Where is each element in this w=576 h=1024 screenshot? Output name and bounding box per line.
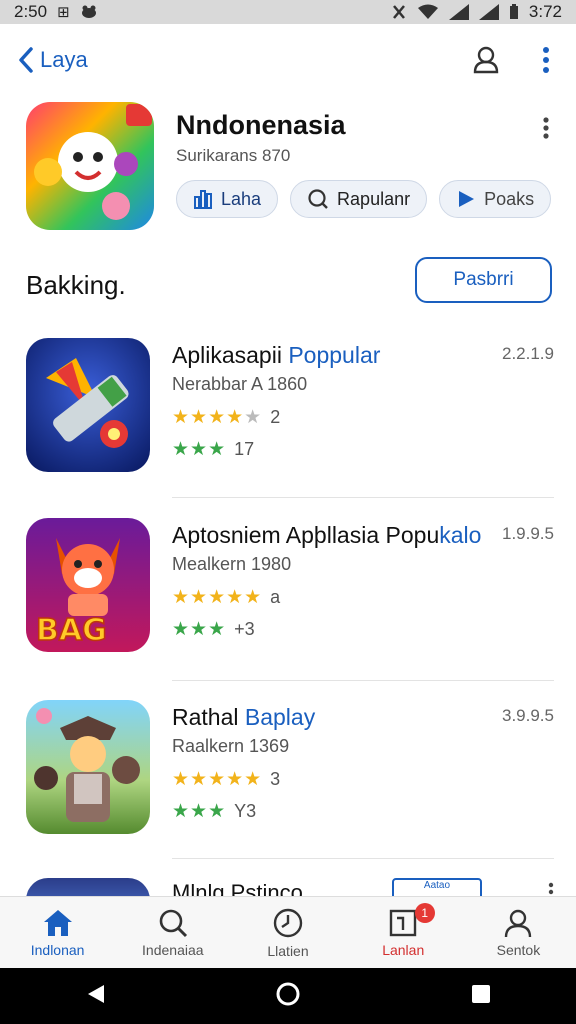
green-rating: ★★★ Y3: [172, 801, 257, 822]
app-icon[interactable]: BAG: [26, 518, 150, 652]
star-rating: ★★★★ ★ 2: [172, 407, 281, 428]
svg-text:BAG: BAG: [36, 613, 107, 648]
nav-label: Indenaiaa: [142, 941, 204, 958]
app-developer: Mealkern 1980: [172, 554, 292, 574]
chip-laha[interactable]: Laha: [176, 180, 279, 218]
app-developer: Raalkern 1369: [172, 736, 290, 756]
search-icon: [308, 189, 328, 209]
status-time-right: 3:72: [528, 2, 562, 21]
green-rating: ★★★ +3: [172, 619, 255, 640]
back-button[interactable]: Laya: [18, 47, 88, 73]
featured-app-subtitle: Surikarans 870: [176, 146, 291, 165]
notification-badge: 1: [414, 903, 435, 923]
more-vert-icon: [543, 47, 549, 73]
notification-icon: [81, 5, 96, 18]
app-icon[interactable]: [26, 338, 150, 472]
green-rating: ★★★ 17: [172, 439, 255, 460]
more-vert-icon: [543, 117, 549, 139]
triangle-back-icon: [88, 984, 105, 1003]
chip-label: Poaks: [484, 188, 535, 209]
system-back-button[interactable]: [84, 983, 106, 1010]
signal-icon: [448, 4, 469, 20]
nav-label: Llatien: [267, 942, 309, 959]
star-rating: ★★★★★ a: [172, 587, 281, 608]
app-name[interactable]: Rathal Baplay: [172, 704, 315, 731]
gallery-icon: ⊞: [57, 4, 70, 21]
nav-label: Sentok: [496, 941, 541, 958]
search-icon: [159, 909, 187, 937]
system-home-button[interactable]: [275, 981, 301, 1012]
nav-home[interactable]: Indlonan: [0, 897, 115, 968]
featured-chip-row: Laha Rapulanr Poaks: [176, 180, 552, 218]
app-name[interactable]: Aptosniem Apþllasia Popukalo: [172, 522, 481, 549]
chip-label: Rapulanr: [337, 188, 411, 209]
nav-search[interactable]: Indenaiaa: [115, 897, 230, 968]
back-chevron-icon: [19, 47, 33, 73]
featured-more-button[interactable]: [542, 116, 550, 145]
featured-app-icon[interactable]: [26, 102, 154, 230]
list-item[interactable]: Aplikasapii Poppular Nerabbar A 1860 2.2…: [0, 338, 576, 508]
section-action-button[interactable]: Pasbrri: [415, 257, 552, 303]
bar-chart-icon: [194, 190, 212, 209]
app-developer: Nerabbar A 1860: [172, 374, 308, 394]
section-title: Bakking.: [26, 270, 126, 300]
account-icon: [473, 46, 499, 74]
play-icon: [459, 191, 475, 207]
divider: [172, 497, 554, 498]
divider: [172, 858, 554, 859]
featured-app-card[interactable]: Nndonenasia Surikarans 870 Laha Rapulanr…: [26, 102, 552, 242]
list-item[interactable]: Rathal Baplay Raalkern 1369 3.9.9.5 ★★★★…: [0, 700, 576, 870]
nav-label: Indlonan: [30, 941, 85, 958]
circle-home-icon: [276, 982, 300, 1005]
app-size: 3.9.9.5: [502, 706, 554, 725]
apps-icon: [390, 909, 417, 936]
nav-updates[interactable]: Llatien: [230, 897, 345, 968]
chip-label: Laha: [221, 188, 262, 209]
signal-icon: [478, 4, 499, 20]
app-name[interactable]: Aplikasapii Poppular: [172, 342, 380, 369]
account-button[interactable]: [470, 44, 502, 76]
person-icon: [505, 909, 532, 937]
back-label: Laya: [40, 47, 88, 72]
star-rating: ★★★★★ 3: [172, 769, 281, 790]
overflow-menu-button[interactable]: [542, 45, 550, 75]
system-navigation-bar: [0, 968, 576, 1024]
list-item[interactable]: BAG Aptosniem Apþllasia Popukalo Mealker…: [0, 518, 576, 688]
status-bar: 2:50 ⊞ 3:72: [0, 0, 576, 24]
nav-apps[interactable]: 1 Lanlan: [346, 897, 461, 968]
top-bar: Laya: [0, 30, 576, 90]
divider: [172, 680, 554, 681]
chip-rapulanr[interactable]: Rapulanr: [290, 180, 428, 218]
wifi-icon: [417, 4, 438, 19]
app-size: 2.2.1.9: [502, 344, 554, 363]
system-recents-button[interactable]: [470, 983, 492, 1010]
app-size: 1.9.9.5: [502, 524, 554, 543]
bottom-navigation: Indlonan Indenaiaa Llatien 1 Lanlan Sent…: [0, 896, 576, 968]
status-time: 2:50: [14, 2, 48, 21]
chip-poaks[interactable]: Poaks: [439, 180, 552, 218]
home-icon: [43, 909, 72, 936]
nav-profile[interactable]: Sentok: [461, 897, 576, 968]
square-recents-icon: [471, 984, 490, 1003]
clock-icon: [273, 908, 303, 937]
featured-app-title: Nndonenasia: [176, 110, 346, 140]
battery-icon: [509, 4, 518, 19]
nav-label: Lanlan: [382, 941, 425, 958]
app-icon[interactable]: [26, 700, 150, 834]
vibrate-icon: [392, 5, 405, 19]
